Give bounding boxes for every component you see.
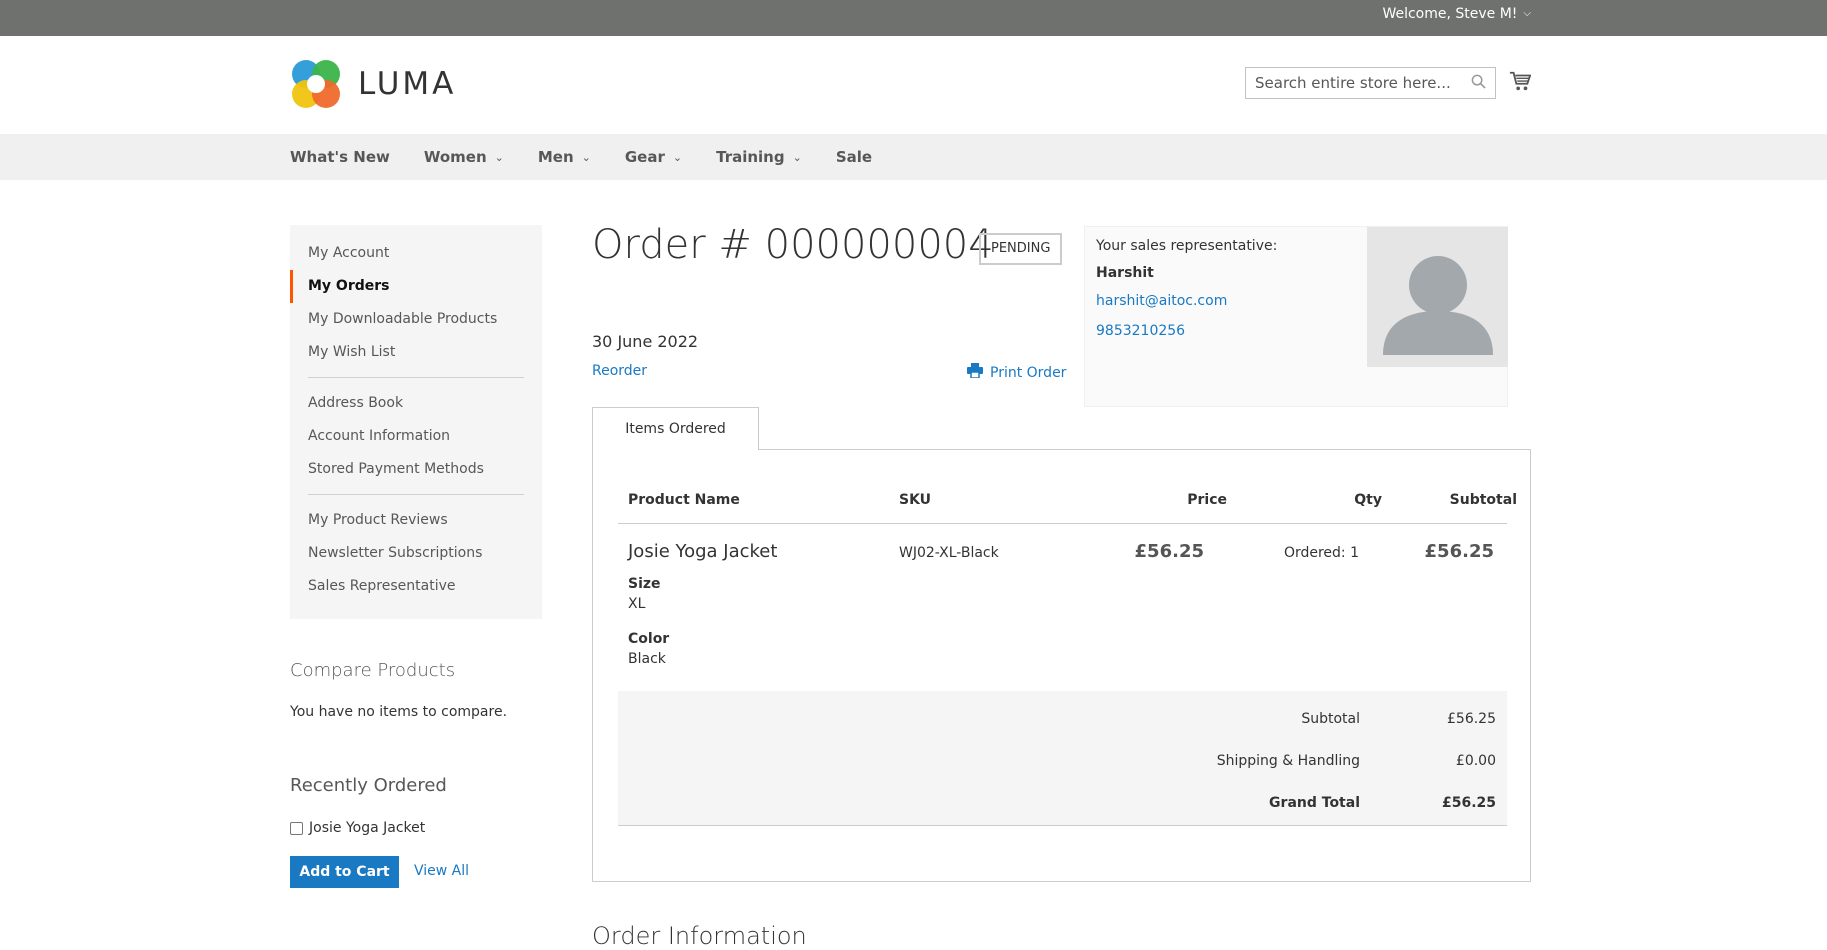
sku-value: WJ02-XL-Black (899, 545, 999, 561)
order-information-heading: Order Information (592, 922, 807, 950)
rep-phone-link[interactable]: 9853210256 (1096, 323, 1185, 339)
rep-name: Harshit (1096, 265, 1154, 281)
col-sku: SKU (899, 492, 932, 508)
luma-logo-icon (290, 58, 342, 110)
nav-label: Sale (835, 148, 873, 166)
nav-training[interactable]: Training ⌄ (716, 148, 802, 166)
rep-email-link[interactable]: harshit@aitoc.com (1096, 293, 1227, 309)
option-size-label: Size (628, 576, 661, 592)
nav-gear[interactable]: Gear ⌄ (625, 148, 682, 166)
sidebar-item-stored-payment-methods[interactable]: Stored Payment Methods (290, 453, 542, 486)
sidebar-item-wish-list[interactable]: My Wish List (290, 336, 542, 369)
nav-label: Training (716, 148, 785, 166)
add-to-cart-button[interactable]: Add to Cart (290, 856, 399, 888)
nav-women[interactable]: Women ⌄ (424, 148, 504, 166)
tab-items-ordered[interactable]: Items Ordered (592, 407, 759, 450)
cart-icon[interactable] (1509, 70, 1532, 92)
col-product-name: Product Name (628, 492, 740, 508)
totals-grand-total-value: £56.25 (1441, 795, 1496, 811)
user-silhouette-icon (1383, 256, 1493, 355)
subtotal-value: £56.25 (1424, 541, 1494, 562)
sidebar-item-downloadable-products[interactable]: My Downloadable Products (290, 303, 542, 336)
recently-ordered-title: Recently Ordered (290, 775, 447, 796)
sidebar-item-sales-representative[interactable]: Sales Representative (290, 570, 542, 603)
avatar (1367, 227, 1508, 367)
view-all-link[interactable]: View All (414, 863, 469, 879)
recent-item: Josie Yoga Jacket (290, 820, 425, 836)
col-subtotal: Subtotal (1449, 492, 1517, 508)
option-color-value: Black (628, 651, 666, 667)
account-sidebar: My Account My Orders My Downloadable Pro… (290, 225, 542, 619)
search-input[interactable] (1255, 74, 1455, 92)
compare-title: Compare Products (290, 660, 456, 681)
totals-shipping-label: Shipping & Handling (1216, 753, 1360, 769)
col-price: Price (1187, 492, 1227, 508)
printer-icon (967, 363, 983, 382)
search-box (1245, 67, 1496, 99)
compare-text: You have no items to compare. (290, 704, 508, 720)
header: LUMA (0, 36, 1827, 134)
totals-subtotal-value: £56.25 (1447, 711, 1496, 727)
sidebar-item-product-reviews[interactable]: My Product Reviews (290, 504, 542, 537)
reorder-link[interactable]: Reorder (592, 363, 647, 379)
sidebar-item-my-account[interactable]: My Account (290, 237, 542, 270)
qty-value: Ordered: 1 (1283, 545, 1359, 561)
nav-men[interactable]: Men ⌄ (538, 148, 591, 166)
sidebar-item-newsletter[interactable]: Newsletter Subscriptions (290, 537, 542, 570)
main-nav: What's New Women ⌄ Men ⌄ Gear ⌄ Training ⌄ S… (0, 134, 1827, 180)
product-name: Josie Yoga Jacket (628, 541, 778, 562)
welcome-menu[interactable]: Welcome, Steve M! ⌵ (1382, 0, 1531, 28)
recent-item-label: Josie Yoga Jacket (309, 820, 426, 836)
top-bar: Welcome, Steve M! ⌵ (0, 0, 1827, 36)
chevron-down-icon: ⌄ (581, 150, 591, 164)
nav-label: Women (423, 148, 487, 166)
nav-sale[interactable]: Sale (836, 148, 872, 166)
option-size-value: XL (628, 596, 646, 612)
table-header: Product Name SKU Price Qty Subtotal (628, 492, 1517, 514)
col-qty: Qty (1354, 492, 1382, 508)
page-title: Order # 000000004 (592, 222, 994, 268)
recent-item-checkbox[interactable] (290, 821, 303, 835)
print-order-label: Print Order (990, 364, 1067, 381)
logo-text: LUMA (358, 66, 457, 102)
logo[interactable]: LUMA (290, 58, 456, 110)
nav-whats-new[interactable]: What's New (290, 148, 390, 166)
print-order-link[interactable]: Print Order (967, 363, 1066, 382)
sidebar-item-address-book[interactable]: Address Book (290, 387, 542, 420)
divider (618, 523, 1507, 524)
chevron-down-icon: ⌄ (792, 150, 802, 164)
chevron-down-icon: ⌄ (494, 150, 504, 164)
nav-label: Gear (624, 148, 665, 166)
status-badge: PENDING (979, 233, 1063, 265)
divider (308, 494, 524, 495)
divider (308, 377, 524, 378)
order-totals: Subtotal £56.25 Shipping & Handling £0.0… (618, 691, 1507, 826)
chevron-down-icon: ⌵ (1523, 8, 1531, 19)
sidebar-item-my-orders[interactable]: My Orders (290, 270, 542, 303)
totals-subtotal-label: Subtotal (1301, 711, 1360, 727)
totals-grand-total-label: Grand Total (1269, 795, 1360, 811)
price-value: £56.25 (1134, 541, 1204, 562)
option-color-label: Color (628, 631, 670, 647)
welcome-text: Welcome, Steve M! (1382, 6, 1518, 22)
nav-label: Men (537, 148, 574, 166)
rep-label: Your sales representative: (1096, 238, 1278, 254)
search-icon[interactable] (1471, 74, 1486, 93)
items-ordered-panel: Product Name SKU Price Qty Subtotal Josi… (592, 449, 1531, 882)
chevron-down-icon: ⌄ (672, 150, 683, 164)
totals-shipping-value: £0.00 (1455, 753, 1496, 769)
sidebar-item-account-information[interactable]: Account Information (290, 420, 542, 453)
sales-rep-card: Your sales representative: Harshit harsh… (1084, 226, 1508, 407)
order-date: 30 June 2022 (592, 332, 699, 351)
nav-label: What's New (290, 148, 390, 166)
